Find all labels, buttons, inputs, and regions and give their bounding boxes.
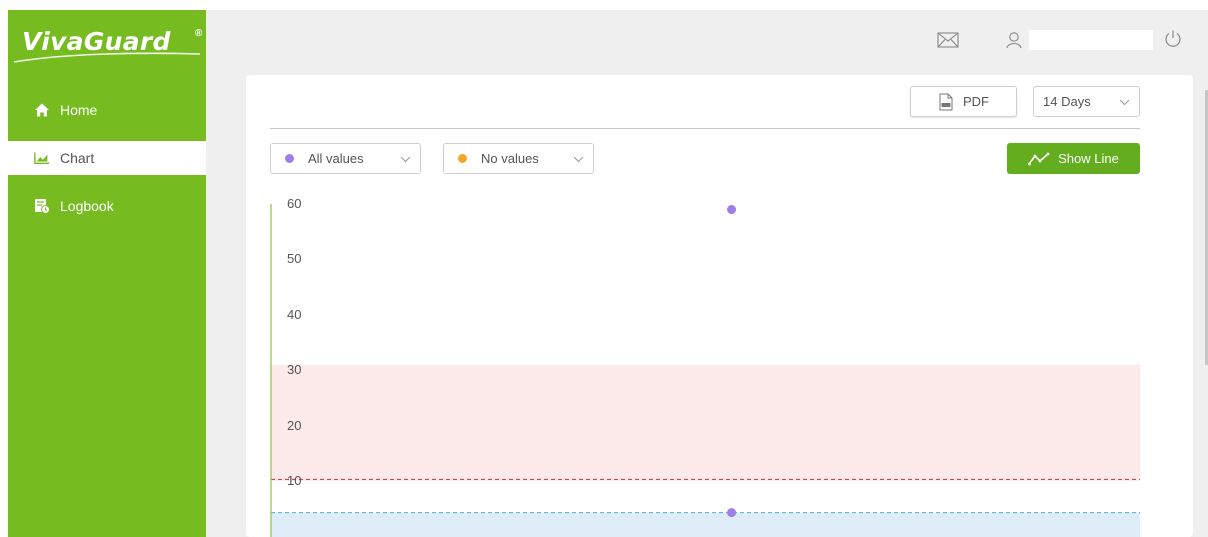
chart-icon	[34, 150, 50, 166]
data-point	[727, 205, 737, 215]
data-point	[727, 508, 737, 518]
username-field[interactable]	[1029, 30, 1153, 50]
user-icon	[1006, 32, 1022, 49]
series-color-dot	[458, 154, 467, 163]
registered-mark: ®	[195, 28, 203, 39]
y-tick-label: 50	[287, 251, 302, 267]
chevron-down-icon	[400, 156, 411, 163]
target-band-0	[271, 364, 1140, 481]
chevron-down-icon	[573, 156, 584, 163]
series-select-all-values[interactable]: All values	[270, 143, 421, 174]
series-select-label: All values	[308, 151, 364, 166]
brand-logo[interactable]: VivaGuard ®	[8, 10, 206, 78]
sidebar-item-label: Home	[60, 102, 98, 118]
target-band-1	[271, 512, 1140, 537]
mail-icon[interactable]	[937, 32, 959, 48]
y-tick-label: 20	[287, 417, 302, 433]
glucose-chart: 60 50 40 30 20 10	[268, 190, 1148, 537]
sidebar-item-label: Chart	[60, 150, 95, 166]
y-tick-label: 60	[287, 196, 302, 211]
sidebar-item-logbook[interactable]: Logbook	[8, 189, 206, 223]
series-select-no-values[interactable]: No values	[443, 143, 594, 174]
y-tick-label: 30	[287, 362, 302, 378]
pdf-export-button[interactable]: PDF	[910, 86, 1017, 117]
logbook-icon	[34, 198, 50, 214]
date-range-select[interactable]: 14 Days	[1033, 86, 1140, 117]
line-chart-icon	[1028, 152, 1050, 165]
chart-canvas	[270, 204, 1140, 537]
series-select-label: No values	[481, 151, 539, 166]
logo-swoosh-icon	[13, 52, 201, 63]
show-line-label: Show Line	[1058, 151, 1119, 166]
chevron-down-icon	[1119, 99, 1130, 106]
pdf-file-icon	[938, 93, 954, 111]
show-line-button[interactable]: Show Line	[1007, 143, 1140, 174]
series-color-dot	[285, 154, 294, 163]
toolbar-divider	[270, 128, 1140, 129]
sidebar-item-home[interactable]: Home	[8, 93, 206, 127]
home-icon	[34, 102, 50, 118]
y-tick-label: 40	[287, 306, 302, 322]
y-tick-label: 10	[287, 473, 302, 488]
sidebar: VivaGuard ® Home Chart Logbook	[8, 10, 206, 537]
sidebar-item-chart[interactable]: Chart	[8, 141, 206, 175]
sidebar-item-label: Logbook	[60, 198, 114, 214]
power-icon[interactable]	[1163, 29, 1183, 49]
pdf-button-label: PDF	[963, 94, 989, 109]
date-range-value: 14 Days	[1043, 94, 1091, 109]
